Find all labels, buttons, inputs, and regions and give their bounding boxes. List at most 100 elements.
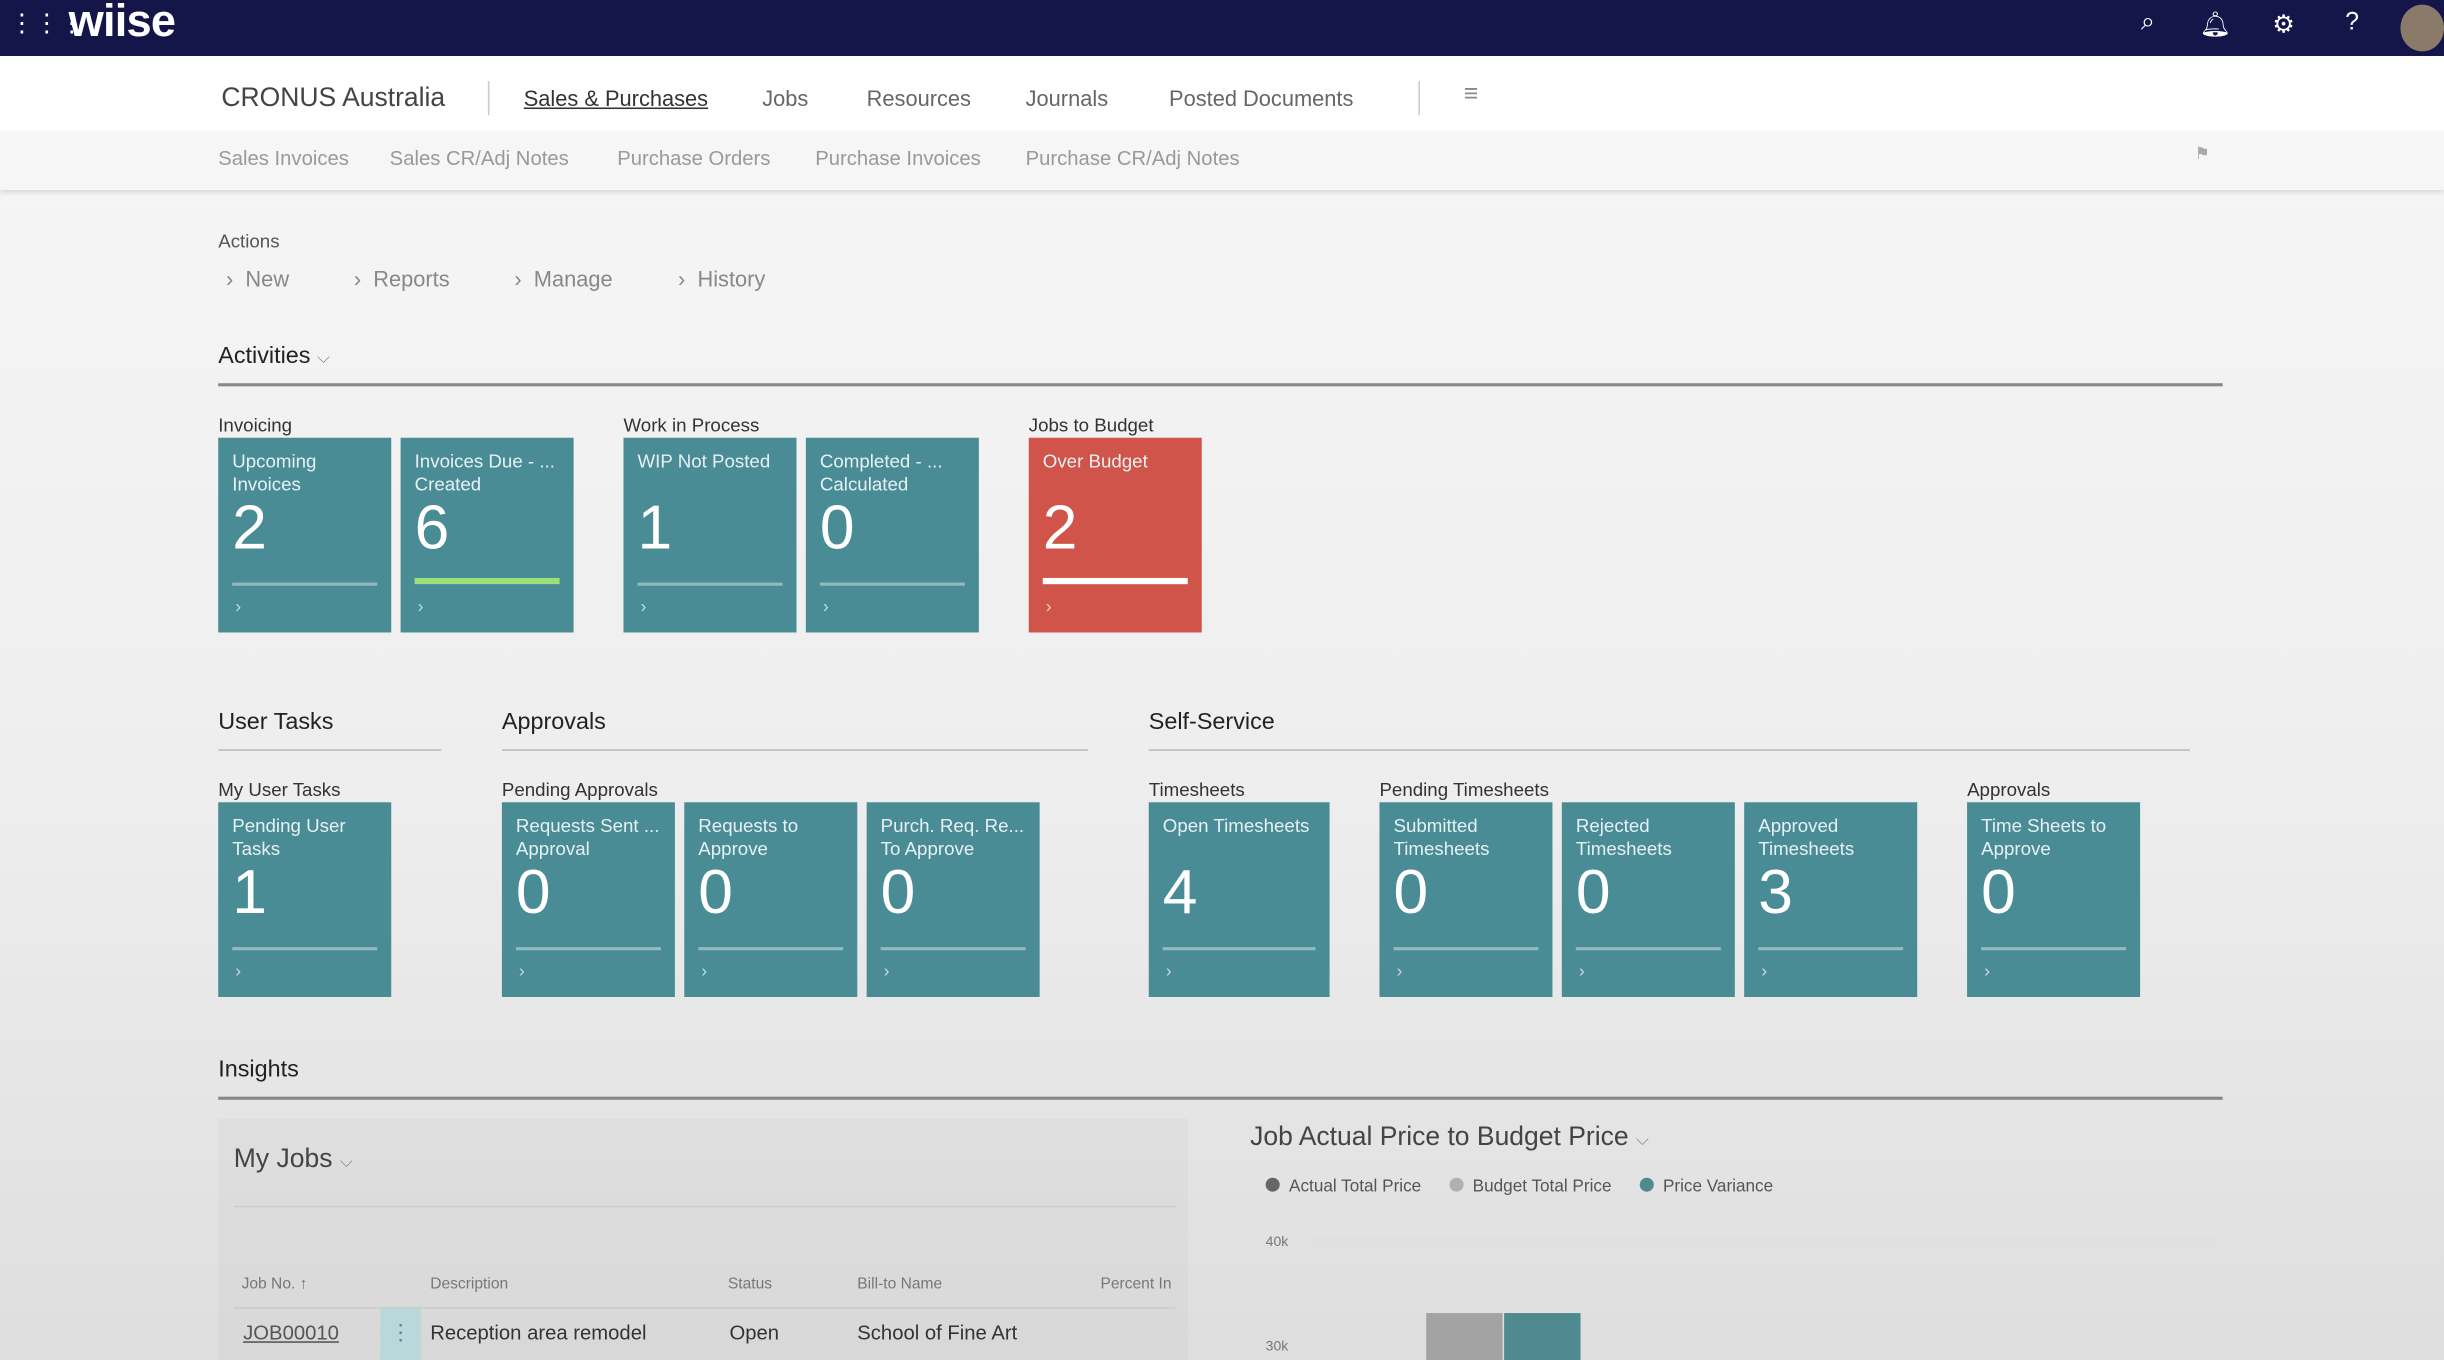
activities-title[interactable]: Activities ⌵ (218, 343, 330, 369)
tile-value: 0 (819, 493, 855, 563)
column-bill-to-name[interactable]: Bill-to Name (857, 1276, 942, 1293)
subnav-purchase-orders[interactable]: Purchase Orders (617, 146, 770, 169)
action-history[interactable]: › History (678, 266, 765, 291)
tile-title: WIP Not Posted (637, 450, 771, 473)
chevron-right-icon: › (519, 962, 525, 982)
subnav-sales-invoices[interactable]: Sales Invoices (218, 146, 349, 169)
subnav-sales-cr-adj-notes[interactable]: Sales CR/Adj Notes (390, 146, 569, 169)
activity-tile[interactable]: WIP Not Posted 1 › (623, 437, 797, 633)
legend-dot (1265, 1177, 1280, 1192)
legend-item[interactable]: Budget Total Price (1449, 1177, 1612, 1196)
divider (501, 749, 1088, 751)
activity-tile[interactable]: Open Timesheets 4 › (1148, 802, 1330, 997)
table-row[interactable]: JOB00010 ⋮ Reception area remodel Open S… (234, 1308, 1175, 1360)
nav-posted-documents[interactable]: Posted Documents (1169, 86, 1353, 111)
legend-label: Actual Total Price (1289, 1177, 1422, 1197)
nav-sales-purchases[interactable]: Sales & Purchases (524, 86, 708, 111)
bar-price-variance[interactable] (1504, 1313, 1581, 1360)
activity-tile[interactable]: Invoices Due - ... Created 6 › (400, 437, 574, 633)
subnav-purchase-invoices[interactable]: Purchase Invoices (815, 146, 981, 169)
chevron-right-icon: › (701, 962, 708, 982)
legend-item[interactable]: Price Variance (1639, 1177, 1774, 1197)
column-percent[interactable]: Percent In (1100, 1276, 1171, 1293)
job-no-link[interactable]: JOB00010 (243, 1321, 339, 1344)
tile-value: 1 (637, 493, 673, 563)
activity-tile[interactable]: Submitted Timesheets 0 › (1379, 802, 1553, 997)
subnav-purchase-cr-adj-notes[interactable]: Purchase CR/Adj Notes (1026, 146, 1240, 169)
y-tick-label: 40k (1266, 1233, 1290, 1249)
chevron-right-icon: › (1984, 962, 1990, 982)
tile-value: 1 (232, 858, 267, 927)
column-job-no[interactable]: Job No. ↑ (242, 1276, 308, 1293)
tile-title: Pending User Tasks (232, 814, 346, 860)
nav-resources[interactable]: Resources (867, 86, 971, 111)
group-label: Timesheets (1148, 778, 1245, 801)
tile-value: 0 (698, 858, 733, 927)
action-manage[interactable]: › Manage (514, 266, 612, 291)
tile-title: Submitted Timesheets (1393, 814, 1490, 860)
activity-tile[interactable]: Pending User Tasks 1 › (218, 802, 392, 997)
activity-tile[interactable]: Approved Timesheets 3 › (1744, 802, 1918, 997)
bar-budget-total-price[interactable] (1426, 1313, 1503, 1360)
my-jobs-title[interactable]: My Jobs ⌵ (234, 1143, 353, 1174)
help-icon[interactable]: ? (2336, 9, 2367, 37)
tile-progress-bar (1393, 947, 1539, 951)
tile-value: 2 (1042, 493, 1078, 563)
tile-value: 4 (1162, 858, 1198, 927)
tile-progress-bar (637, 582, 783, 586)
bell-icon[interactable]: 🔔︎ (2199, 9, 2231, 40)
activity-tile[interactable]: Purch. Req. Re... To Approve 0 › (866, 802, 1040, 997)
activity-tile[interactable]: Time Sheets to Approve 0 › (1967, 802, 2141, 997)
hamburger-menu-icon[interactable]: ≡ (1464, 81, 1479, 109)
group-label: Pending Timesheets (1379, 778, 1549, 801)
user-tasks-title: User Tasks (218, 708, 334, 736)
row-menu-icon[interactable]: ⋮ (380, 1308, 421, 1360)
chart-title[interactable]: Job Actual Price to Budget Price ⌵ (1250, 1122, 1649, 1153)
my-jobs-label: My Jobs (233, 1143, 333, 1174)
activity-tile[interactable]: Requests Sent ... Approval 0 › (501, 802, 675, 997)
tile-value: 2 (232, 493, 267, 563)
action-label: Manage (533, 266, 613, 292)
activity-tile[interactable]: Upcoming Invoices 2 › (218, 437, 392, 633)
company-name[interactable]: CRONUS Australia (221, 83, 445, 114)
chevron-right-icon: › (640, 598, 647, 617)
pin-icon[interactable]: ⚑ (2195, 143, 2210, 164)
legend-item[interactable]: Actual Total Price (1265, 1177, 1422, 1197)
activity-tile[interactable]: Rejected Timesheets 0 › (1561, 802, 1735, 997)
action-label: History (697, 266, 766, 292)
legend-label: Price Variance (1662, 1177, 1774, 1197)
chevron-right-icon: › (1761, 962, 1768, 982)
action-reports[interactable]: › Reports (354, 266, 450, 291)
tile-title: Purch. Req. Re... To Approve (880, 814, 1025, 860)
chevron-right-icon: › (1165, 962, 1172, 982)
search-icon[interactable]: ⌕ (2132, 9, 2163, 37)
tile-progress-bar (880, 947, 1026, 951)
column-description[interactable]: Description (430, 1276, 508, 1293)
group-label: Invoicing (218, 414, 293, 437)
action-new[interactable]: › New (226, 266, 289, 291)
column-status[interactable]: Status (728, 1276, 772, 1293)
nav-jobs[interactable]: Jobs (762, 86, 808, 111)
chart-plot: 40k 30k (1266, 1233, 2214, 1360)
job-status: Open (729, 1321, 780, 1345)
waffle-icon[interactable]: ⋮⋮⋮ (9, 8, 84, 39)
nav-journals[interactable]: Journals (1026, 86, 1108, 111)
tile-progress-bar (698, 947, 844, 951)
top-bar: ⋮⋮⋮ wiise ⌕ 🔔︎ ⚙ ? (0, 0, 2444, 57)
activity-tile[interactable]: Requests to Approve 0 › (684, 802, 858, 997)
divider (1418, 81, 1420, 116)
chart-legend: Actual Total Price Budget Total Price Pric… (1265, 1177, 1774, 1197)
tile-value: 0 (1575, 858, 1611, 927)
wiise-logo[interactable]: wiise (69, 0, 176, 48)
insights-title: Insights (218, 1056, 299, 1083)
chevron-down-icon: ⌵ (339, 1152, 353, 1172)
avatar[interactable] (2400, 4, 2444, 52)
gear-icon[interactable]: ⚙ (2268, 9, 2299, 40)
tile-progress-bar (1758, 947, 1904, 951)
tile-value: 3 (1758, 858, 1793, 927)
chevron-right-icon: › (1045, 598, 1052, 617)
legend-dot (1639, 1177, 1654, 1192)
activity-tile[interactable]: Completed - ... Calculated 0 › (805, 437, 979, 633)
activity-tile[interactable]: Over Budget 2 › (1028, 437, 1202, 633)
chevron-right-icon: › (1578, 962, 1585, 982)
